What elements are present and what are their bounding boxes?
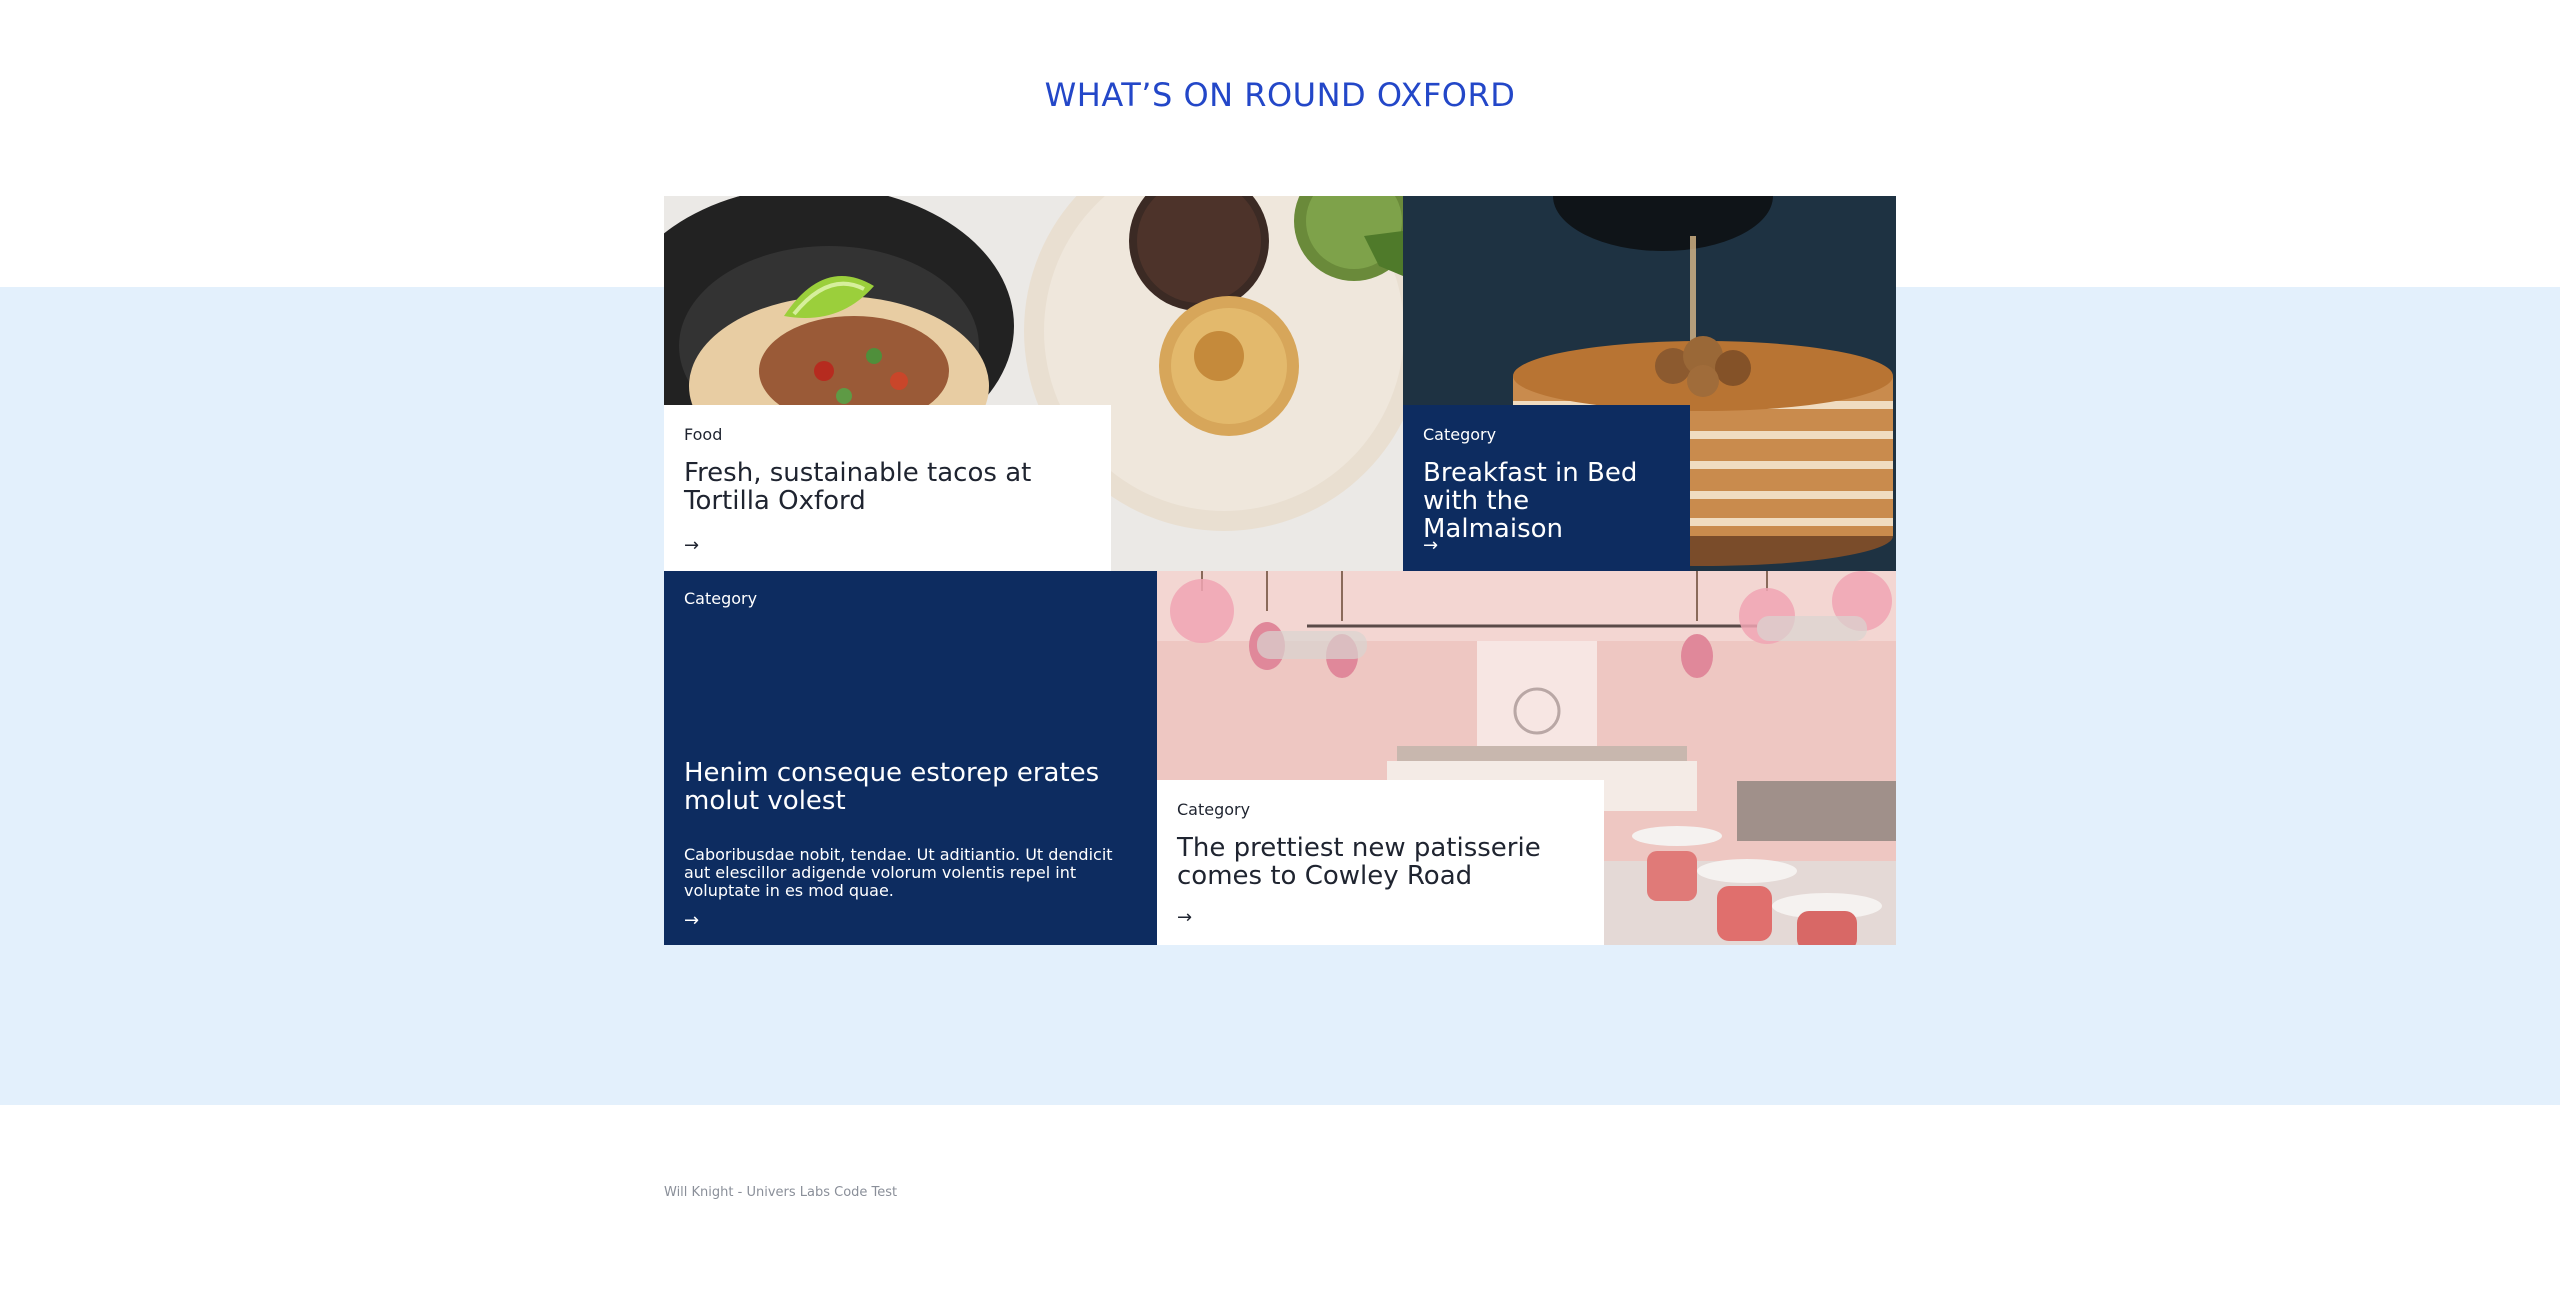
- card-breakfast: Category Breakfast in Bed with the Malma…: [1403, 405, 1690, 571]
- card-description: Caboribusdae nobit, tendae. Ut aditianti…: [684, 845, 1113, 900]
- section-title: WHAT’S ON ROUND OXFORD: [1044, 76, 1516, 114]
- card-category: Category: [1177, 800, 1251, 819]
- tile-tacos[interactable]: Food Fresh, sustainable tacos at Tortill…: [664, 196, 1403, 571]
- tile-pancakes[interactable]: Category Breakfast in Bed with the Malma…: [1403, 196, 1896, 571]
- arrow-right-icon[interactable]: →: [1423, 537, 1438, 555]
- card-patisserie: Category The prettiest new patisserie co…: [1157, 780, 1604, 945]
- card-category: Food: [684, 425, 723, 444]
- arrow-right-icon[interactable]: →: [684, 537, 699, 555]
- tile-text-feature[interactable]: Category Henim conseque estorep erates m…: [664, 571, 1157, 945]
- card-headline[interactable]: Henim conseque estorep erates molut vole…: [684, 759, 1139, 815]
- arrow-right-icon[interactable]: →: [684, 912, 699, 930]
- card-headline[interactable]: The prettiest new patisserie comes to Co…: [1177, 834, 1584, 890]
- card-tacos: Food Fresh, sustainable tacos at Tortill…: [664, 405, 1111, 571]
- tile-patisserie[interactable]: Category The prettiest new patisserie co…: [1157, 571, 1896, 945]
- card-headline[interactable]: Fresh, sustainable tacos at Tortilla Oxf…: [684, 459, 1091, 515]
- footer-credit: Will Knight - Univers Labs Code Test: [664, 1185, 898, 1200]
- card-headline[interactable]: Breakfast in Bed with the Malmaison: [1423, 459, 1670, 543]
- card-category: Category: [1423, 425, 1497, 444]
- page: WHAT’S ON ROUND OXFORD Food Fresh, susta…: [0, 0, 2560, 1297]
- arrow-right-icon[interactable]: →: [1177, 909, 1192, 927]
- card-feature: Category Henim conseque estorep erates m…: [664, 571, 1157, 945]
- card-category: Category: [684, 589, 758, 608]
